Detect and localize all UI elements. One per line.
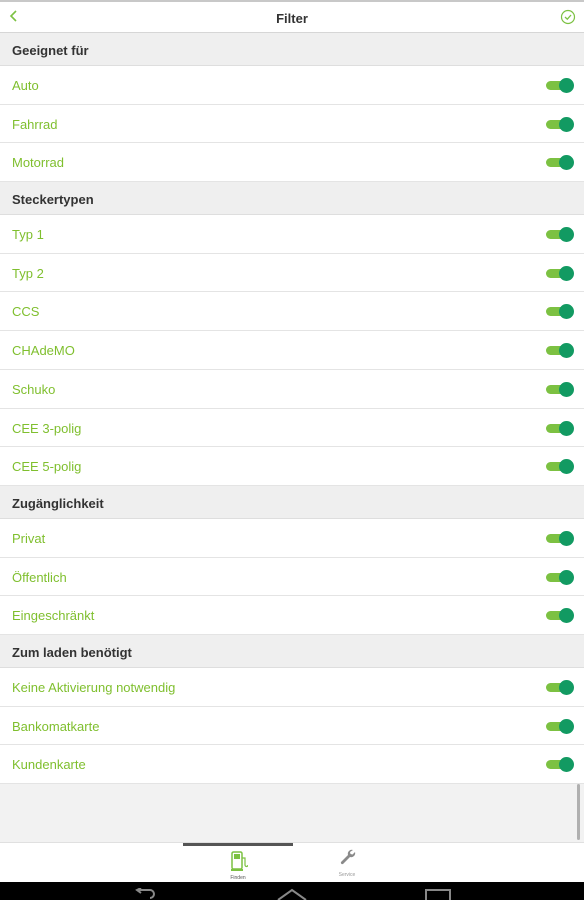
filter-row-kundenkarte[interactable]: Kundenkarte	[0, 745, 584, 784]
toggle-switch[interactable]	[546, 679, 574, 695]
filter-row-oeffentlich[interactable]: Öffentlich	[0, 557, 584, 597]
home-icon[interactable]	[276, 888, 308, 900]
filter-label: Bankomatkarte	[12, 718, 100, 734]
scrollbar[interactable]	[577, 784, 580, 840]
toggle-switch[interactable]	[546, 343, 574, 359]
filter-label: Schuko	[12, 381, 56, 397]
filter-label: Eingeschränkt	[12, 608, 95, 624]
filter-row-cee5[interactable]: CEE 5-polig	[0, 447, 584, 486]
filter-label: Privat	[12, 530, 46, 546]
filter-row-typ1[interactable]: Typ 1	[0, 215, 584, 254]
toggle-switch[interactable]	[546, 78, 574, 93]
filter-row-typ2[interactable]: Typ 2	[0, 253, 584, 293]
section-header: Zugänglichkeit	[0, 485, 584, 519]
filter-row-chademo[interactable]: CHAdeMO	[0, 331, 584, 370]
filter-label: CEE 3-polig	[12, 420, 82, 436]
filter-list: Geeignet für Auto Fahrrad Motorrad Steck…	[0, 33, 584, 784]
filter-label: Typ 2	[12, 265, 44, 281]
tab-finden[interactable]: Finden	[183, 843, 293, 883]
tab-label: Finden	[230, 875, 246, 881]
toggle-switch[interactable]	[546, 420, 574, 436]
filter-row-cee3[interactable]: CEE 3-polig	[0, 408, 584, 448]
filter-label: Motorrad	[12, 155, 65, 171]
check-circle-icon	[560, 9, 576, 25]
back-icon[interactable]	[130, 888, 160, 900]
toggle-switch[interactable]	[546, 530, 574, 546]
toggle-switch[interactable]	[546, 116, 574, 132]
toggle-switch[interactable]	[546, 304, 574, 320]
toggle-switch[interactable]	[546, 227, 574, 243]
filter-label: CCS	[12, 304, 40, 320]
confirm-button[interactable]	[560, 9, 576, 25]
filter-row-privat[interactable]: Privat	[0, 518, 584, 558]
filter-row-eingeschraenkt[interactable]: Eingeschränkt	[0, 596, 584, 635]
filter-label: CHAdeMO	[12, 343, 75, 359]
filter-label: CEE 5-polig	[12, 459, 82, 475]
section-header: Zum laden benötigt	[0, 634, 584, 668]
filter-label: Kundenkarte	[12, 757, 86, 773]
filter-row-keine-aktivierung[interactable]: Keine Aktivierung notwendig	[0, 667, 584, 707]
section-header: Geeignet für	[0, 33, 584, 66]
wrench-icon	[340, 849, 356, 865]
toggle-switch[interactable]	[546, 459, 574, 475]
filter-row-motorrad[interactable]: Motorrad	[0, 143, 584, 183]
filter-label: Typ 1	[12, 227, 44, 243]
filter-row-ccs[interactable]: CCS	[0, 292, 584, 332]
toggle-switch[interactable]	[546, 569, 574, 585]
toggle-switch[interactable]	[546, 608, 574, 624]
charging-station-icon	[231, 851, 248, 871]
filter-label: Öffentlich	[12, 569, 67, 585]
filter-row-schuko[interactable]: Schuko	[0, 369, 584, 409]
toggle-switch[interactable]	[546, 381, 574, 397]
system-navigation-bar	[0, 882, 584, 900]
tab-service[interactable]: Service	[292, 843, 402, 883]
filter-row-bankomatkarte[interactable]: Bankomatkarte	[0, 706, 584, 746]
top-app-bar: Filter	[0, 0, 584, 33]
bottom-tab-bar: Finden Service	[0, 842, 584, 883]
tab-label: Service	[338, 872, 356, 878]
toggle-switch[interactable]	[546, 757, 574, 773]
page-title: Filter	[276, 11, 308, 26]
filter-row-auto[interactable]: Auto	[0, 66, 584, 105]
toggle-switch[interactable]	[546, 155, 574, 171]
filter-label: Fahrrad	[12, 116, 58, 132]
filter-label: Auto	[12, 78, 39, 93]
toggle-switch[interactable]	[546, 718, 574, 734]
section-header: Steckertypen	[0, 182, 584, 216]
toggle-switch[interactable]	[546, 265, 574, 281]
recents-icon[interactable]	[424, 888, 452, 900]
filter-row-fahrrad[interactable]: Fahrrad	[0, 104, 584, 144]
filter-label: Keine Aktivierung notwendig	[12, 679, 176, 695]
